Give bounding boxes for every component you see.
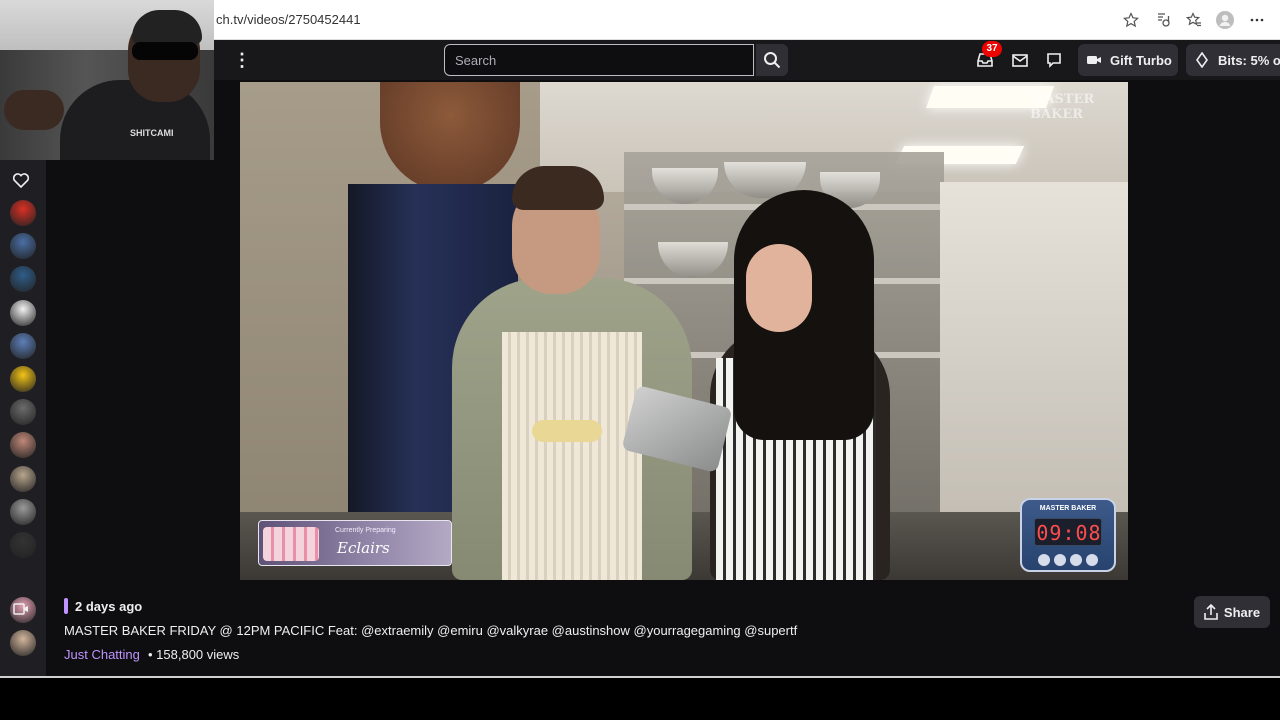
search-icon	[764, 52, 781, 69]
url-text[interactable]: ch.tv/videos/2750452441	[216, 12, 361, 27]
profile-avatar-icon[interactable]	[1216, 11, 1234, 29]
more-options-icon[interactable]: ⋮	[232, 50, 252, 70]
bits-label: Bits: 5% of	[1218, 52, 1280, 68]
sunglasses	[132, 42, 198, 60]
channel-avatar[interactable]	[10, 399, 36, 426]
notification-count-badge: 37	[982, 41, 1002, 57]
search-button[interactable]	[756, 44, 788, 76]
browser-menu-icon[interactable]	[1248, 11, 1266, 29]
channel-avatar[interactable]	[10, 432, 36, 459]
channel-avatar[interactable]	[10, 465, 36, 492]
share-button[interactable]: Share	[1194, 596, 1270, 628]
search-box	[444, 44, 754, 76]
category-link[interactable]: Just Chatting	[64, 647, 140, 662]
search-input[interactable]	[445, 45, 753, 75]
media-icon[interactable]	[1154, 11, 1172, 29]
followed-heart-icon[interactable]	[11, 170, 31, 190]
channel-avatar[interactable]	[10, 233, 36, 260]
view-count: • 158,800 views	[148, 647, 240, 662]
recommended-channels-camera-icon[interactable]	[12, 600, 30, 618]
streamer-webcam-overlay: SHITCAMI	[0, 0, 214, 160]
channel-avatar[interactable]	[10, 498, 36, 525]
channel-avatar[interactable]	[10, 299, 36, 326]
video-info: 2 days ago MASTER BAKER FRIDAY @ 12PM PA…	[46, 80, 1280, 676]
bottom-strip	[0, 676, 1280, 720]
share-label: Share	[1223, 604, 1261, 620]
get-bits-button[interactable]: Bits: 5% of	[1186, 44, 1280, 76]
turbo-camera-icon	[1087, 56, 1101, 64]
channel-avatar[interactable]	[10, 532, 36, 558]
hoodie-logo: SHITCAMI	[130, 128, 174, 138]
favorite-star-icon[interactable]	[1122, 11, 1140, 29]
gift-turbo-button[interactable]: Gift Turbo	[1078, 44, 1178, 76]
streamer-hat	[132, 10, 202, 44]
followed-channels-sidebar	[0, 160, 46, 676]
bits-gem-icon	[1196, 52, 1208, 68]
channel-avatar[interactable]	[10, 332, 36, 359]
share-icon	[1204, 604, 1218, 620]
page: ch.tv/videos/2750452441 ⋮ 37	[0, 0, 1280, 720]
gift-turbo-label: Gift Turbo	[1110, 52, 1172, 68]
channel-avatar[interactable]	[10, 366, 36, 392]
channel-avatar[interactable]	[10, 630, 36, 657]
whispers-mail-icon[interactable]	[1010, 50, 1030, 70]
chat-bubble-icon[interactable]	[1044, 50, 1064, 70]
favorites-icon[interactable]	[1185, 11, 1203, 29]
channel-avatar[interactable]	[10, 200, 36, 226]
raised-hand	[4, 90, 64, 130]
video-title: MASTER BAKER FRIDAY @ 12PM PACIFIC Feat:…	[64, 623, 798, 638]
accent-bar	[64, 598, 68, 614]
upload-date: 2 days ago	[75, 599, 143, 614]
channel-avatar[interactable]	[10, 266, 36, 293]
